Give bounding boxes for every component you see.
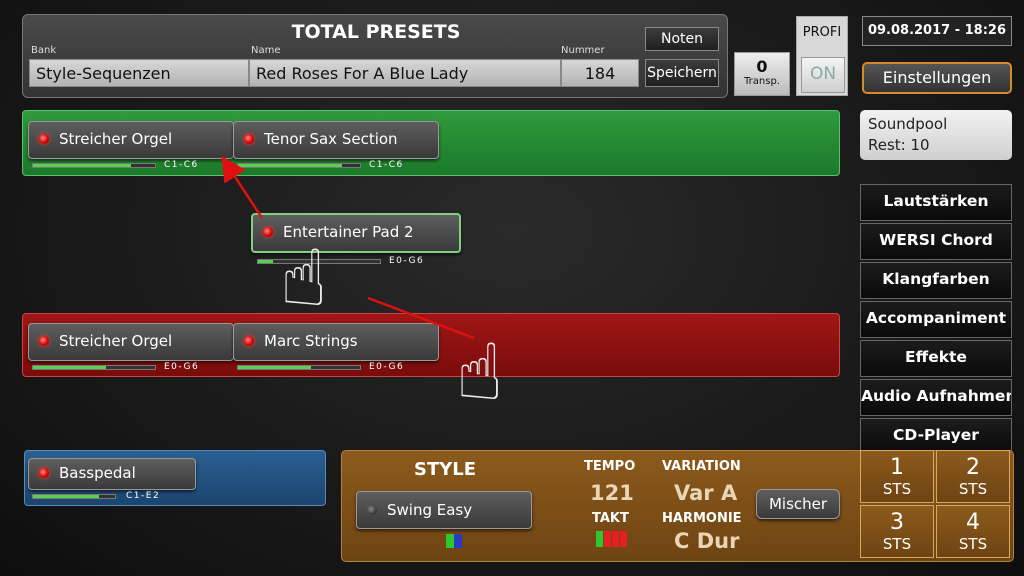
hand-pointer-icon: ☝ [280, 234, 328, 324]
hand-pointer-icon: ☝ [456, 328, 504, 418]
drag-arrow-icon [221, 155, 475, 340]
